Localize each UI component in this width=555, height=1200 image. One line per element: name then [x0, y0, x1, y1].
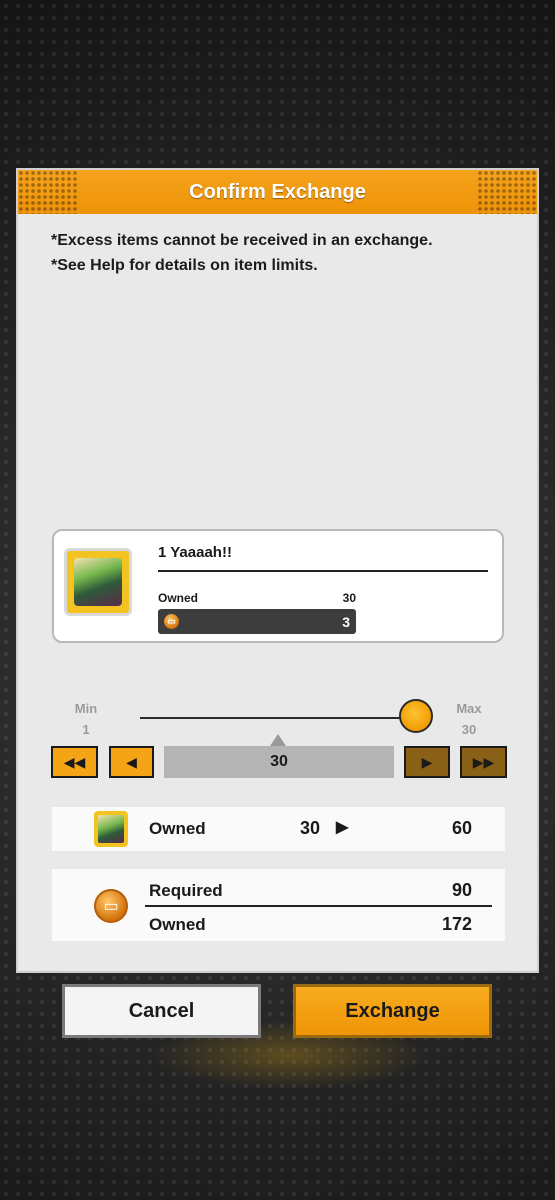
cost-value: 3	[342, 613, 350, 630]
double-right-arrow-icon: ▶▶	[472, 753, 495, 770]
min-label: Min	[74, 701, 98, 716]
left-arrow-icon: ◀	[126, 753, 137, 770]
max-value: 30	[461, 722, 477, 737]
decrease-max-button[interactable]: ◀◀	[51, 746, 98, 778]
arrow-right-icon: ▶	[336, 819, 349, 836]
max-indicator: Max 30	[449, 698, 489, 740]
increase-max-button[interactable]: ▶▶	[460, 746, 507, 778]
quantity-slider-handle[interactable]	[399, 699, 433, 733]
coin-icon: ▭	[164, 614, 179, 629]
required-value: 90	[451, 880, 472, 900]
confirm-exchange-dialog: Confirm Exchange *Excess items cannot be…	[16, 168, 539, 973]
cost-bar: ▭ 3	[158, 609, 356, 634]
quantity-slider-track[interactable]	[140, 717, 412, 719]
item-owned-row: Owned 30	[158, 591, 356, 605]
item-thumbnail	[94, 811, 128, 847]
min-value: 1	[82, 722, 90, 737]
cancel-button[interactable]: Cancel	[62, 984, 261, 1038]
currency-summary: ▭ Required 90 Owned 172	[52, 869, 505, 941]
currency-owned-value: 172	[441, 914, 472, 934]
item-owned-label: Owned	[158, 591, 199, 605]
currency-owned-label: Owned	[149, 915, 206, 934]
item-portrait	[64, 548, 132, 616]
item-owned-summary: Owned 30 ▶ 60	[52, 807, 505, 851]
double-left-arrow-icon: ◀◀	[63, 753, 86, 770]
right-arrow-icon: ▶	[421, 753, 433, 770]
character-thumbnail-image	[98, 815, 124, 843]
exchange-button[interactable]: Exchange	[293, 984, 492, 1038]
divider	[158, 570, 488, 572]
quantity-caret-icon	[270, 734, 286, 746]
min-indicator: Min 1	[66, 698, 106, 740]
max-label: Max	[456, 701, 482, 716]
dialog-title: Confirm Exchange	[189, 180, 366, 203]
quantity-value[interactable]: 30	[164, 746, 394, 778]
item-owned-value: 30	[342, 591, 356, 605]
dialog-header: Confirm Exchange	[18, 170, 537, 214]
required-label: Required	[149, 881, 223, 900]
summary-owned-after: 60	[451, 818, 472, 838]
item-name: 1 Yaaaah!!	[158, 544, 232, 561]
increase-button[interactable]: ▶	[404, 746, 450, 778]
decrease-button[interactable]: ◀	[109, 746, 154, 778]
summary-owned-before: 30	[300, 818, 321, 838]
item-card: 1 Yaaaah!! Owned 30 ▭ 3	[52, 529, 504, 643]
note-help: *See Help for details on item limits.	[51, 257, 318, 274]
character-portrait-image	[74, 558, 122, 606]
notes: *Excess items cannot be received in an e…	[51, 228, 433, 278]
divider	[145, 905, 492, 907]
note-excess: *Excess items cannot be received in an e…	[51, 232, 433, 249]
coin-icon: ▭	[94, 889, 128, 923]
summary-owned-label: Owned	[149, 819, 206, 838]
